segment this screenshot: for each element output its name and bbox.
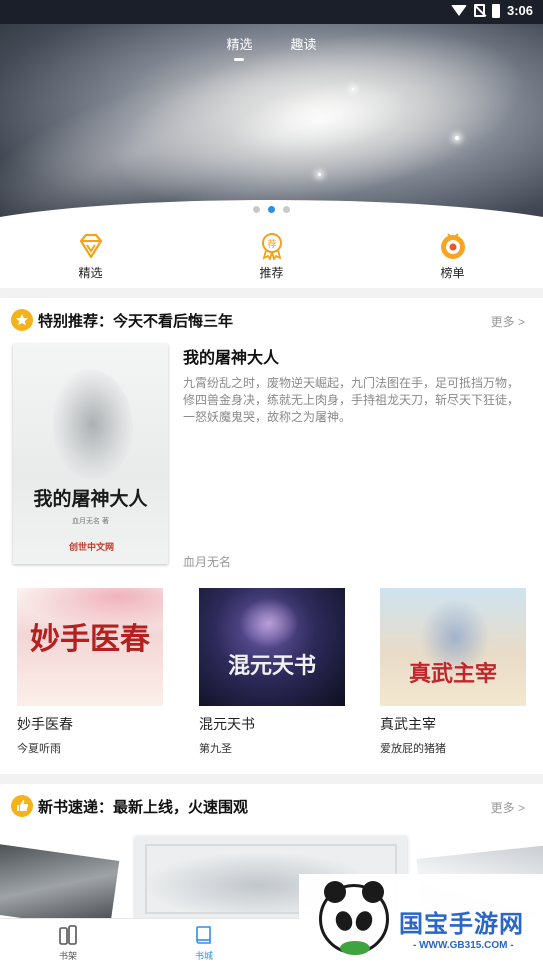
carousel-dot[interactable] (253, 206, 260, 213)
book-cover[interactable]: 真武主宰 (380, 588, 526, 706)
book-title[interactable]: 我的屠神大人 (183, 344, 279, 368)
ranking-medal-icon (439, 232, 467, 260)
warrior-illustration (239, 598, 299, 648)
thumbs-up-badge-icon (11, 795, 33, 817)
book-store-icon (193, 924, 215, 946)
star-badge-icon (11, 309, 33, 331)
book-author: 第九圣 (199, 743, 232, 755)
banner-star (455, 136, 459, 140)
book-cover[interactable]: 妙手医春 (17, 588, 163, 706)
category-label: 推荐 (259, 266, 284, 280)
book-title: 妙手医春 (17, 716, 73, 732)
carousel-dot[interactable] (283, 206, 290, 213)
more-link[interactable]: 更多 > (491, 313, 525, 330)
book-card[interactable]: 混元天书 混元天书 第九圣 (199, 588, 345, 756)
cover-author: 血月无名 著 (72, 518, 109, 525)
category-label: 精选 (78, 266, 103, 280)
panda-logo-icon (319, 881, 389, 955)
status-bar: 3:06 (0, 0, 543, 24)
no-sim-icon (473, 4, 485, 17)
battery-icon (491, 3, 500, 18)
cover-title: 妙手医春 (30, 622, 150, 657)
featured-book[interactable]: 我的屠神大人 血月无名 著 创世中文网 我的屠神大人 九霄纷乱之时，废物逆天崛起… (13, 344, 531, 569)
recommend-medal-icon: 荐 (258, 232, 286, 260)
banner-carousel[interactable]: 精选 趣读 (0, 0, 543, 230)
nav-bookstore[interactable]: 书城 (136, 919, 272, 965)
svg-text:荐: 荐 (267, 239, 276, 250)
watermark-logo: 国宝手游网 - WWW.GB315.COM - (299, 874, 543, 965)
dragon-illustration (53, 369, 133, 479)
category-row: 精选 荐 推荐 榜单 (0, 230, 543, 288)
category-featured[interactable]: 精选 (0, 230, 181, 288)
category-ranking[interactable]: 榜单 (362, 230, 543, 288)
book-card[interactable]: 妙手医春 妙手医春 今夏听雨 (17, 588, 163, 756)
section-title: 特别推荐：今天不看后悔三年 (38, 312, 234, 330)
banner-star (318, 173, 321, 176)
cover-title: 混元天书 (227, 653, 316, 679)
nav-label: 书架 (58, 951, 77, 961)
status-time: 3:06 (506, 3, 533, 18)
watermark-title: 国宝手游网 (399, 911, 524, 938)
tab-fun-reads[interactable]: 趣读 (291, 34, 317, 61)
more-link[interactable]: 更多 > (491, 799, 525, 816)
wifi-icon (450, 5, 467, 16)
tab-featured[interactable]: 精选 (226, 34, 253, 61)
book-card[interactable]: 真武主宰 真武主宰 爱放屁的猪猪 (380, 588, 526, 756)
top-tabs: 精选 趣读 (0, 34, 543, 61)
special-recommend-section: 特别推荐：今天不看后悔三年 更多 > 我的屠神大人 血月无名 著 创世中文网 我… (0, 298, 543, 774)
nav-label: 书城 (194, 951, 213, 961)
cover-title: 真武主宰 (408, 661, 497, 687)
carousel-indicator (0, 206, 543, 213)
book-author: 血月无名 (183, 555, 232, 569)
book-author: 今夏听雨 (17, 743, 61, 755)
book-cover[interactable]: 我的屠神大人 血月无名 著 创世中文网 (13, 344, 168, 564)
section-title: 新书速递：最新上线，火速围观 (38, 798, 249, 816)
book-cover[interactable]: 混元天书 (199, 588, 345, 706)
book-author: 爱放屁的猪猪 (380, 743, 446, 755)
bookshelf-icon (57, 924, 79, 946)
cover-publisher: 创世中文网 (69, 542, 115, 552)
book-title: 真武主宰 (380, 716, 436, 732)
diamond-icon (77, 232, 105, 260)
watermark-url: - WWW.GB315.COM - (413, 940, 514, 951)
section-header: 新书速递：最新上线，火速围观 更多 > (0, 784, 543, 828)
carousel-dot-active[interactable] (268, 206, 275, 213)
section-header: 特别推荐：今天不看后悔三年 更多 > (0, 298, 543, 342)
cover-title: 我的屠神大人 (33, 488, 148, 510)
category-recommend[interactable]: 荐 推荐 (181, 230, 362, 288)
book-description: 九霄纷乱之时，废物逆天崛起，九门法图在手，足可抵挡万物，修四兽金身决，练就无上肉… (183, 376, 520, 424)
nav-bookshelf[interactable]: 书架 (0, 919, 136, 965)
category-label: 榜单 (440, 266, 465, 280)
book-title: 混元天书 (199, 716, 255, 732)
banner-star (352, 88, 354, 90)
app-screen: 精选 趣读 3:06 精选 荐 推荐 榜单 特别推荐：今天不看后悔三年 更多 >… (0, 0, 543, 965)
